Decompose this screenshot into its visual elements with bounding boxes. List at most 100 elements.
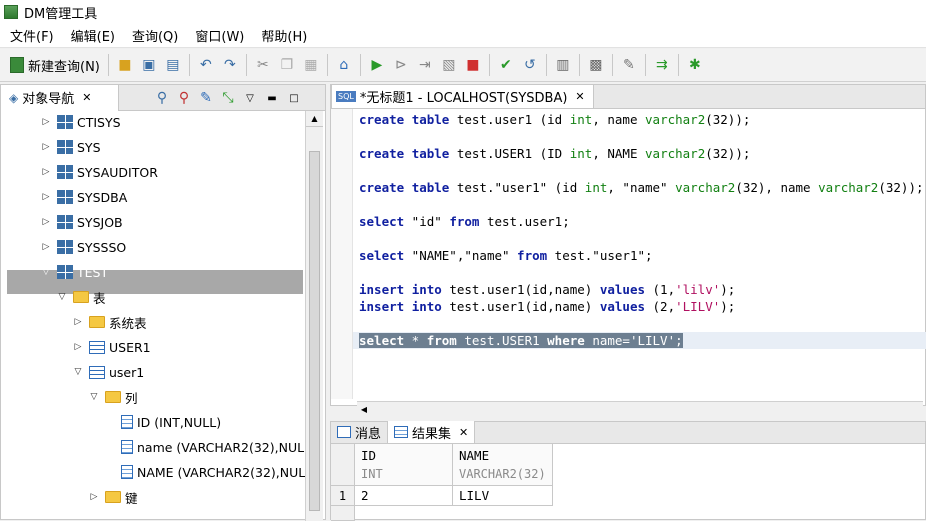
close-icon[interactable]: ✕ [575, 90, 584, 103]
toolbar-separator [545, 54, 547, 76]
expanded-arrow-icon[interactable]: ▽ [71, 367, 85, 377]
collapsed-arrow-icon[interactable]: ▷ [39, 142, 53, 152]
tree-node-folder[interactable]: ▽ 表 [55, 287, 106, 307]
row-number[interactable]: 1 [331, 486, 355, 506]
home-icon[interactable]: ⌂ [333, 54, 355, 76]
sql-editor-panel: SQL *无标题1 - LOCALHOST(SYSDBA) ✕ create t… [330, 84, 926, 415]
tree-scrollbar[interactable]: ▲ [305, 111, 323, 521]
editor-horizontal-scrollbar[interactable]: ◀ [357, 401, 923, 415]
cut-icon[interactable]: ✂ [252, 54, 274, 76]
settings-icon[interactable]: ▩ [585, 54, 607, 76]
column-header[interactable]: NAME VARCHAR2(32) [453, 444, 553, 486]
close-icon[interactable]: ✕ [459, 426, 468, 439]
close-icon[interactable]: ✕ [82, 91, 91, 104]
tree-node-folder[interactable]: ▽ 列 [87, 387, 138, 407]
grid-cell[interactable]: LILV [453, 486, 553, 506]
code-line[interactable]: create table test."user1" (id int, "name… [359, 179, 924, 196]
code-line[interactable]: select "id" from test.user1; [359, 213, 570, 230]
menu-file[interactable]: 文件(F) [0, 26, 61, 45]
scroll-up-icon[interactable]: ▲ [306, 111, 323, 127]
tab-object-navigator[interactable]: ◈ 对象导航 ✕ [1, 84, 119, 111]
menu-query[interactable]: 查询(Q) [122, 26, 185, 45]
stop-icon[interactable]: ■ [462, 54, 484, 76]
copy-icon[interactable]: ❐ [276, 54, 298, 76]
table-icon [89, 340, 105, 354]
new-query-button[interactable]: 新建查询(N) [6, 53, 104, 77]
disconnect-icon[interactable]: ⚲ [173, 87, 195, 109]
view-menu-icon[interactable]: ▽ [239, 87, 261, 109]
tree-node-column[interactable]: name (VARCHAR2(32),NULL) [103, 437, 305, 457]
save-icon[interactable]: ▣ [138, 54, 160, 76]
collapsed-arrow-icon[interactable]: ▷ [39, 167, 53, 177]
tree-node-schema[interactable]: ▷ SYSAUDITOR [39, 162, 158, 182]
collapsed-arrow-icon[interactable]: ▷ [39, 242, 53, 252]
collapsed-arrow-icon[interactable]: ▷ [87, 492, 101, 502]
grid-cell[interactable]: 2 [355, 486, 453, 506]
tree-node-schema[interactable]: ▷ SYSSSO [39, 237, 127, 257]
edit-icon[interactable]: ✎ [195, 87, 217, 109]
format-icon[interactable]: ▥ [552, 54, 574, 76]
tree-node-folder[interactable]: ▷ 键 [87, 487, 138, 507]
scroll-left-icon[interactable]: ◀ [357, 402, 371, 416]
scrollbar-thumb[interactable] [309, 151, 320, 511]
collapsed-arrow-icon[interactable]: ▷ [39, 192, 53, 202]
message-icon [337, 426, 351, 438]
rollback-icon[interactable]: ↺ [519, 54, 541, 76]
tree-node-schema[interactable]: ▷ SYSDBA [39, 187, 128, 207]
code-line[interactable]: create table test.user1 (id int, name va… [359, 111, 750, 128]
expanded-arrow-icon[interactable]: ▽ [87, 392, 101, 402]
grid-corner [331, 444, 355, 486]
menu-edit[interactable]: 编辑(E) [61, 26, 122, 45]
editor-tab-label: *无标题1 - LOCALHOST(SYSDBA) [359, 91, 568, 106]
execute-step-icon[interactable]: ⊳ [390, 54, 412, 76]
collapsed-arrow-icon[interactable]: ▷ [39, 117, 53, 127]
schema-icon [57, 165, 73, 179]
open-folder-icon[interactable]: ■ [114, 54, 136, 76]
code-line[interactable]: insert into test.user1(id,name) values (… [359, 298, 735, 315]
expanded-arrow-icon[interactable]: ▽ [55, 292, 69, 302]
maximize-icon[interactable]: □ [283, 87, 305, 109]
code-line[interactable]: create table test.USER1 (ID int, NAME va… [359, 145, 750, 162]
tree-node-table[interactable]: ▷ USER1 [71, 337, 151, 357]
connect-icon[interactable]: ⚲ [151, 87, 173, 109]
redo-icon[interactable]: ↷ [219, 54, 241, 76]
code-editor[interactable]: create table test.user1 (id int, name va… [331, 109, 926, 399]
save-all-icon[interactable]: ▤ [162, 54, 184, 76]
tree-node-folder[interactable]: ▷ 系统表 [71, 312, 147, 332]
code-line[interactable]: select * from test.USER1 where name='LIL… [359, 332, 683, 349]
undo-icon[interactable]: ↶ [195, 54, 217, 76]
tree-node-column[interactable]: NAME (VARCHAR2(32),NULL [103, 462, 305, 482]
debug-bug-icon[interactable]: ✱ [684, 54, 706, 76]
main-toolbar: 新建查询(N) ■ ▣ ▤ ↶ ↷ ✂ ❐ ▦ ⌂ ▶ ⊳ ⇥ ▧ ■ ✔ ↺ … [0, 49, 926, 82]
menu-help[interactable]: 帮助(H) [251, 26, 314, 45]
collapsed-arrow-icon[interactable]: ▷ [39, 217, 53, 227]
tree-node-schema[interactable]: ▷ SYS [39, 137, 101, 157]
toolbar-separator [188, 54, 190, 76]
commit-icon[interactable]: ✔ [495, 54, 517, 76]
tree-node-column[interactable]: ID (INT,NULL) [103, 412, 221, 432]
minimize-icon[interactable]: ▬ [261, 87, 283, 109]
execute-script-icon[interactable]: ▧ [438, 54, 460, 76]
expanded-arrow-icon[interactable]: ▽ [39, 267, 53, 277]
clean-icon[interactable]: ✎ [618, 54, 640, 76]
tree-node-schema[interactable]: ▷ SYSJOB [39, 212, 123, 232]
code-line[interactable]: insert into test.user1(id,name) values (… [359, 281, 735, 298]
tab-result-set[interactable]: 结果集 ✕ [388, 421, 476, 443]
code-line[interactable]: select "NAME","name" from test."user1"; [359, 247, 653, 264]
tree-node-schema[interactable]: ▷ CTISYS [39, 112, 121, 132]
transfer-icon[interactable]: ⇉ [651, 54, 673, 76]
tree-node-schema[interactable]: ▽ TEST [39, 262, 109, 282]
tab-messages[interactable]: 消息 [331, 421, 389, 443]
collapse-all-icon[interactable]: ⤡ [217, 87, 239, 109]
tab-untitled-query[interactable]: SQL *无标题1 - LOCALHOST(SYSDBA) ✕ [331, 84, 594, 108]
tree-node-label: TEST [77, 264, 109, 280]
collapsed-arrow-icon[interactable]: ▷ [71, 317, 85, 327]
result-tab-bar: 消息 结果集 ✕ [331, 421, 925, 444]
collapsed-arrow-icon[interactable]: ▷ [71, 342, 85, 352]
explain-icon[interactable]: ⇥ [414, 54, 436, 76]
menu-window[interactable]: 窗口(W) [185, 26, 251, 45]
tree-node-table[interactable]: ▽ user1 [71, 362, 145, 382]
paste-icon[interactable]: ▦ [300, 54, 322, 76]
execute-icon[interactable]: ▶ [366, 54, 388, 76]
column-header[interactable]: ID INT [355, 444, 453, 486]
